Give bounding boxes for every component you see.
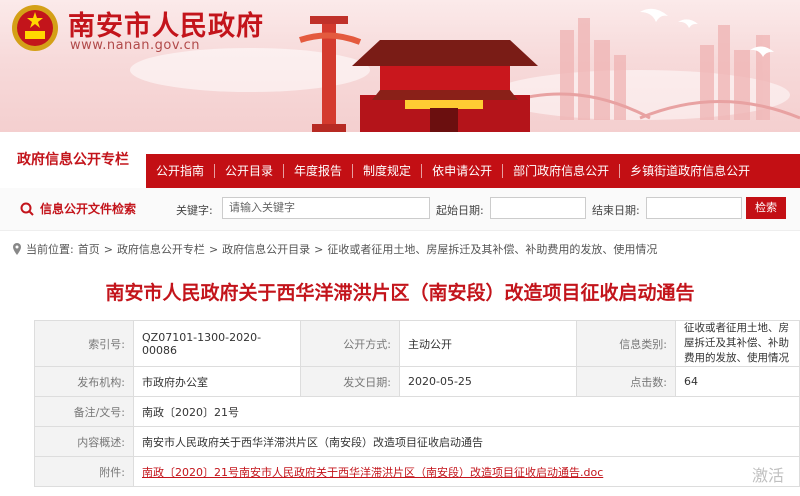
clicks-label: 点击数: (576, 366, 676, 397)
open-mode-label: 公开方式: (300, 320, 400, 367)
nav-item-departments[interactable]: 部门政府信息公开 (503, 154, 619, 188)
issuer-value: 市政府办公室 (133, 366, 301, 397)
attachment-cell: 南政〔2020〕21号南安市人民政府关于西华洋滞洪片区（南安段）改造项目征收启动… (133, 456, 800, 487)
breadcrumb-home[interactable]: 首页 (78, 241, 100, 257)
summary-label: 内容概述: (34, 426, 134, 457)
search-title-label: 信息公开文件检索 (40, 202, 137, 216)
table-row: 发布机构: 市政府办公室 发文日期: 2020-05-25 点击数: 64 (34, 366, 800, 397)
nav-item-guide[interactable]: 公开指南 (146, 154, 214, 188)
header-banner: 南安市人民政府 www.nanan.gov.cn (0, 0, 800, 132)
breadcrumb: 当前位置: 首页 > 政府信息公开专栏 > 政府信息公开目录 > 征收或者征用土地、房… (12, 241, 657, 257)
nav-items: 公开指南 公开目录 年度报告 制度规定 依申请公开 部门政府信息公开 乡镇街道政… (146, 154, 760, 188)
open-mode-value: 主动公开 (399, 320, 577, 367)
start-date-label: 起始日期: (436, 204, 484, 217)
keyword-input[interactable]: 请输入关键字 (222, 197, 430, 219)
main-navigation: 政府信息公开专栏 公开指南 公开目录 年度报告 制度规定 依申请公开 部门政府信… (0, 132, 800, 188)
table-row: 备注/文号: 南政〔2020〕21号 (34, 396, 800, 427)
clicks-value: 64 (675, 366, 800, 397)
nav-item-towns[interactable]: 乡镇街道政府信息公开 (620, 154, 760, 188)
doc-no-value: 南政〔2020〕21号 (133, 396, 800, 427)
national-emblem-icon (12, 5, 58, 51)
document-search-bar: 信息公开文件检索 关键字: 请输入关键字 起始日期: 结束日期: 检索 (0, 188, 800, 231)
summary-value: 南安市人民政府关于西华洋滞洪片区（南安段）改造项目征收启动通告 (133, 426, 800, 457)
table-row: 索引号: QZ07101-1300-2020-00086 公开方式: 主动公开 … (34, 320, 800, 367)
nav-item-annual-report[interactable]: 年度报告 (284, 154, 352, 188)
site-url: www.nanan.gov.cn (70, 38, 201, 53)
index-no-label: 索引号: (34, 320, 134, 367)
date-value: 2020-05-25 (399, 366, 577, 397)
date-label: 发文日期: (300, 366, 400, 397)
breadcrumb-current[interactable]: 征收或者征用土地、房屋拆迁及其补偿、补助费用的发放、使用情况 (327, 241, 657, 257)
search-section-title: 信息公开文件检索 (20, 200, 136, 217)
nav-heading[interactable]: 政府信息公开专栏 (0, 132, 146, 188)
category-value: 征收或者征用土地、房屋拆迁及其补偿、补助费用的发放、使用情况 (675, 320, 800, 367)
index-no-value: QZ07101-1300-2020-00086 (133, 320, 301, 367)
nav-item-catalog[interactable]: 公开目录 (215, 154, 283, 188)
end-date-input[interactable] (646, 197, 742, 219)
start-date-input[interactable] (490, 197, 586, 219)
table-row: 内容概述: 南安市人民政府关于西华洋滞洪片区（南安段）改造项目征收启动通告 (34, 426, 800, 457)
end-date-label: 结束日期: (592, 204, 640, 217)
attachment-label: 附件: (34, 456, 134, 487)
breadcrumb-item[interactable]: 政府信息公开目录 (222, 241, 310, 257)
nav-item-regulations[interactable]: 制度规定 (353, 154, 421, 188)
keyword-label: 关键字: (176, 204, 213, 217)
category-label: 信息类别: (576, 320, 676, 367)
breadcrumb-item[interactable]: 政府信息公开专栏 (117, 241, 205, 257)
table-row: 附件: 南政〔2020〕21号南安市人民政府关于西华洋滞洪片区（南安段）改造项目… (34, 456, 800, 487)
activation-watermark: 激活 (752, 466, 785, 485)
search-button[interactable]: 检索 (746, 197, 786, 219)
document-meta-table: 索引号: QZ07101-1300-2020-00086 公开方式: 主动公开 … (34, 320, 800, 487)
nav-item-application[interactable]: 依申请公开 (422, 154, 502, 188)
location-pin-icon (13, 243, 21, 255)
article-title: 南安市人民政府关于西华洋滞洪片区（南安段）改造项目征收启动通告 (105, 282, 695, 304)
breadcrumb-prefix: 当前位置: (26, 243, 74, 256)
search-icon (20, 202, 34, 216)
attachment-link[interactable]: 南政〔2020〕21号南安市人民政府关于西华洋滞洪片区（南安段）改造项目征收启动… (142, 466, 603, 479)
issuer-label: 发布机构: (34, 366, 134, 397)
doc-no-label: 备注/文号: (34, 396, 134, 427)
